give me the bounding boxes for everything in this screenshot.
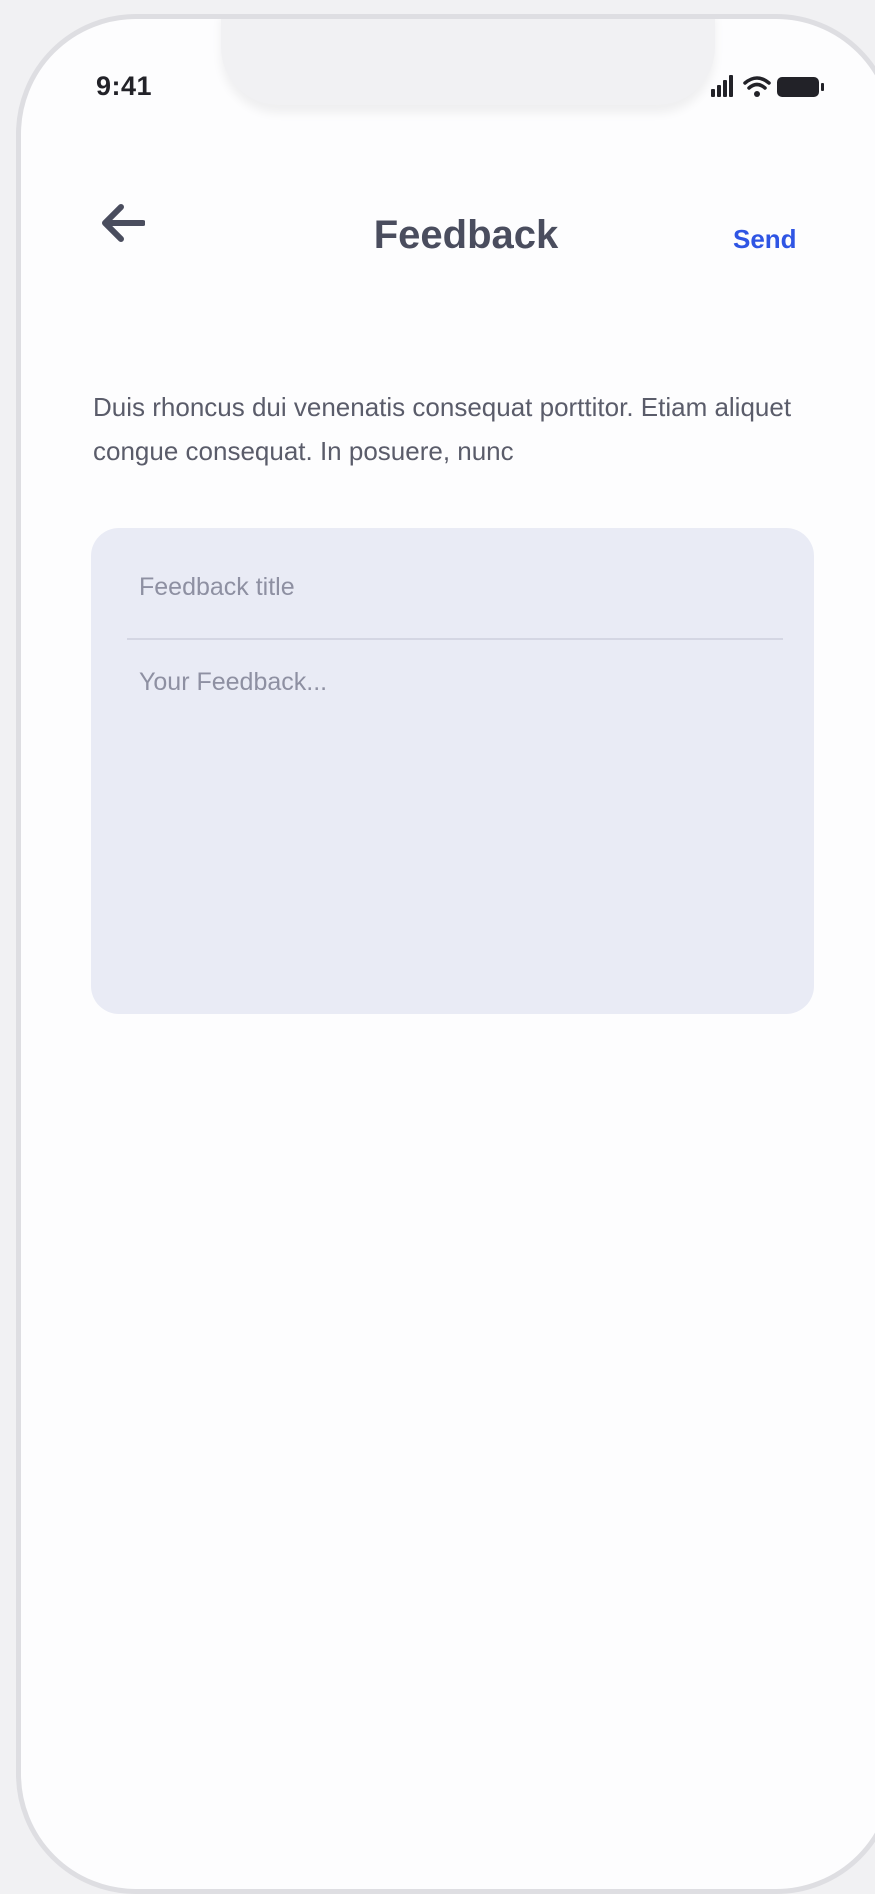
feedback-title-input[interactable]: [127, 552, 777, 622]
send-button[interactable]: Send: [733, 224, 797, 255]
form-divider: [127, 638, 783, 640]
feedback-form-card: [91, 528, 814, 1014]
phone-frame: 9:41 Feedback Send Duis rhoncus dui vene…: [16, 14, 875, 1894]
wifi-icon: [743, 76, 771, 97]
description-text: Duis rhoncus dui venenatis consequat por…: [93, 392, 792, 466]
battery-icon: [777, 77, 824, 97]
status-time: 9:41: [96, 71, 153, 101]
arrow-left-icon: [102, 204, 145, 242]
device-notch: [221, 19, 715, 105]
status-icons: [711, 75, 824, 97]
feedback-body-textarea[interactable]: [127, 662, 777, 982]
back-button[interactable]: [96, 197, 148, 249]
signal-icon: [711, 75, 733, 97]
page-title: Feedback: [373, 213, 559, 257]
